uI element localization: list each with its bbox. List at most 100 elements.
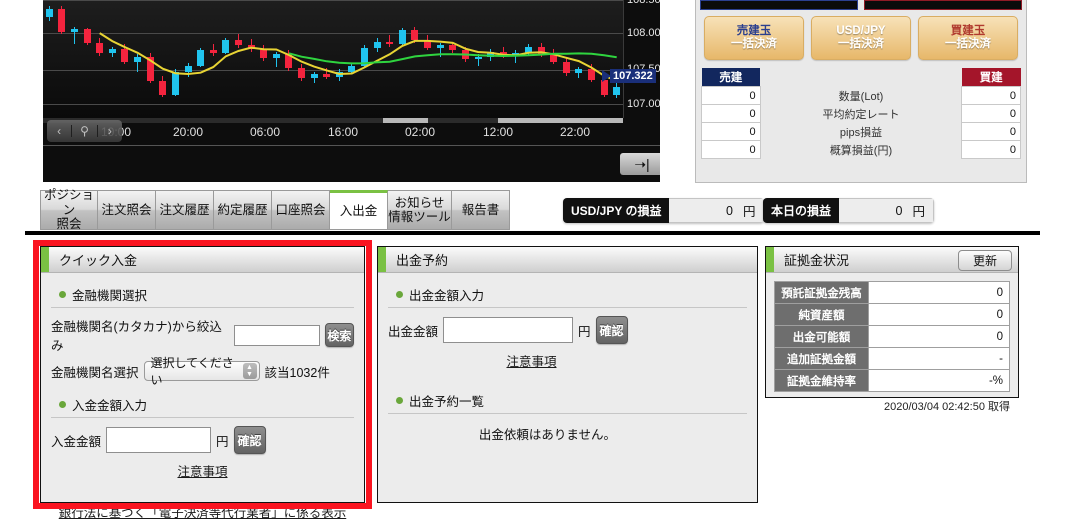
buy-column-header: 買建 — [961, 68, 1021, 87]
chart-navigation-buttons[interactable]: ‹ ⚲ › — [47, 120, 122, 142]
withdraw-amount-input[interactable] — [443, 317, 574, 343]
margin-status-table: 預託証拠金残高 0 純資産額 0 出金可能額 0 追加証拠金額 - 証拠金維持率 -% — [774, 281, 1010, 392]
deposit-amount-input[interactable] — [106, 427, 212, 453]
metric-column-header — [760, 68, 962, 87]
tab-account-inquiry[interactable]: 口座照会 — [272, 190, 330, 230]
table-row: 追加証拠金額 - — [774, 347, 1010, 370]
withdraw-amount-unit: 円 — [578, 324, 591, 339]
tab-report[interactable]: 報告書 — [452, 190, 510, 230]
margin-row-key: 出金可能額 — [774, 325, 869, 348]
quick-deposit-header: クイック入金 — [41, 247, 364, 273]
bank-filter-row: 金融機関名(カタカナ)から絞込み 検索 — [51, 316, 354, 354]
quick-deposit-title: クイック入金 — [59, 253, 138, 268]
time-axis: 10:00 20:00 06:00 16:00 02:00 12:00 22:0… — [43, 123, 660, 146]
close-button-line1: USD/JPY — [836, 24, 886, 37]
bank-select-value: 選択してください — [150, 356, 234, 387]
bank-search-button[interactable]: 検索 — [324, 323, 354, 347]
rate-tiles — [700, 0, 1022, 10]
tab-order-inquiry[interactable]: 注文照会 — [98, 190, 156, 230]
time-tick-label: 22:00 — [560, 125, 591, 139]
price-chart[interactable]: 108.500 108.000 107.500 107.000 107.322 … — [43, 0, 660, 182]
withdraw-amount-section-label: 出金金額入力 — [396, 285, 747, 304]
deposit-legal-row: 銀行法に基づく「電子決済等代行業者」に係る表示 — [51, 502, 354, 522]
sell-value: 0 — [701, 122, 761, 141]
close-button-line2: 一括決済 — [731, 38, 777, 50]
tab-label: 約定履歴 — [217, 202, 268, 217]
pl-value: 0 — [726, 203, 733, 218]
chart-jump-latest-button[interactable]: ➝| — [620, 153, 660, 175]
bank-match-count: 該当1032件 — [264, 365, 330, 380]
buy-bulk-close[interactable]: 買建玉 一括決済 — [918, 16, 1018, 60]
withdraw-empty-message: 出金依頼はありません。 — [478, 428, 617, 442]
tab-position-inquiry[interactable]: ポジション 照会 — [40, 188, 98, 231]
pair-bulk-close[interactable]: USD/JPY 一括決済 — [811, 16, 911, 60]
metric-label: 数量(Lot) — [760, 86, 962, 105]
metric-label: 概算損益(円) — [760, 140, 962, 159]
margin-status-header: 証拠金状況 更新 — [766, 247, 1018, 273]
pl-value-box: 0円 — [669, 198, 765, 223]
margin-row-value: 0 — [868, 325, 1010, 348]
time-tick-label: 20:00 — [173, 125, 204, 139]
withdraw-reservation-panel: 出金予約 出金金額入力 出金金額 円 確認 注意事項 出金予約一覧 出金依頼はあ… — [377, 246, 758, 503]
tab-label: 報告書 — [461, 202, 500, 217]
bank-name-select[interactable]: 選択してください ▲ ▼ — [143, 356, 260, 387]
sell-value: 0 — [701, 104, 761, 123]
sell-rate-tile[interactable] — [700, 0, 858, 10]
price-tick-label: 107.000 — [627, 98, 660, 110]
close-button-line2: 一括決済 — [945, 38, 991, 50]
pl-unit: 円 — [742, 205, 756, 219]
metric-label: pips損益 — [760, 122, 962, 141]
margin-row-value: 0 — [868, 303, 1010, 326]
current-price-label: 107.322 — [610, 69, 656, 83]
table-row: 0 数量(Lot) 0 — [701, 86, 1021, 105]
deposit-amount-unit: 円 — [216, 434, 229, 449]
chart-next-icon[interactable]: › — [98, 125, 122, 137]
margin-refresh-button[interactable]: 更新 — [958, 250, 1012, 271]
withdraw-header: 出金予約 — [378, 247, 757, 273]
margin-row-value: - — [868, 347, 1010, 370]
price-tick-label: 108.500 — [627, 0, 660, 6]
buy-value: 0 — [961, 122, 1021, 141]
table-row: 証拠金維持率 -% — [774, 369, 1010, 392]
bank-filter-input[interactable] — [233, 324, 320, 346]
price-axis: 108.500 108.000 107.500 107.000 107.322 — [602, 0, 660, 118]
section-divider — [25, 231, 1040, 235]
sell-bulk-close[interactable]: 売建玉 一括決済 — [704, 16, 804, 60]
table-row: 0 平均約定レート 0 — [701, 104, 1021, 123]
chart-prev-icon[interactable]: ‹ — [47, 125, 73, 137]
chart-plot-area[interactable] — [43, 0, 623, 118]
deposit-amount-row: 入金金額 円 確認 — [51, 426, 354, 454]
tab-order-history[interactable]: 注文履歴 — [156, 190, 214, 230]
deposit-notes-link[interactable]: 注意事項 — [177, 465, 227, 479]
withdraw-title: 出金予約 — [396, 253, 449, 268]
withdraw-list-section-label: 出金予約一覧 — [396, 391, 747, 410]
table-header-row: 売建 買建 — [701, 68, 1021, 87]
margin-row-value: 0 — [868, 281, 1010, 304]
tab-execution-history[interactable]: 約定履歴 — [214, 190, 272, 230]
pl-value: 0 — [895, 203, 903, 218]
withdraw-confirm-button[interactable]: 確認 — [595, 316, 628, 344]
bank-select-section-label: 金融機関選択 — [59, 285, 354, 304]
chart-zoom-icon[interactable]: ⚲ — [72, 125, 98, 137]
tab-label: 注文照会 — [101, 202, 152, 217]
divider — [51, 417, 354, 418]
withdraw-notes-link[interactable]: 注意事項 — [506, 355, 556, 369]
trading-app-screen: 108.500 108.000 107.500 107.000 107.322 … — [0, 0, 1065, 531]
quick-deposit-panel: クイック入金 金融機関選択 金融機関名(カタカナ)から絞込み 検索 金融機関名選… — [40, 246, 365, 520]
electronic-payment-agent-link[interactable]: 銀行法に基づく「電子決済等代行業者」に係る表示 — [59, 506, 347, 520]
section-label-text: 入金金額入力 — [72, 399, 148, 413]
close-button-line1: 買建玉 — [950, 24, 986, 37]
bullet-dot-icon — [396, 291, 403, 298]
margin-row-key: 証拠金維持率 — [774, 369, 869, 392]
tab-notice-info-tool[interactable]: お知らせ 情報ツール — [388, 190, 452, 230]
divider — [388, 413, 747, 414]
bank-filter-label: 金融機関名(カタカナ)から絞込み — [51, 320, 222, 353]
margin-row-key: 預託証拠金残高 — [774, 281, 869, 304]
tab-deposit-withdraw[interactable]: 入出金 — [330, 190, 388, 230]
deposit-confirm-button[interactable]: 確認 — [233, 426, 266, 454]
margin-row-key: 追加証拠金額 — [774, 347, 869, 370]
bank-select-row: 金融機関名選択 選択してください ▲ ▼ 該当1032件 — [51, 356, 354, 387]
buy-rate-tile[interactable] — [864, 0, 1022, 10]
buy-value: 0 — [961, 140, 1021, 159]
margin-status-panel: 証拠金状況 更新 預託証拠金残高 0 純資産額 0 出金可能額 0 追加証拠金額 - 証拠金維持… — [765, 246, 1019, 413]
